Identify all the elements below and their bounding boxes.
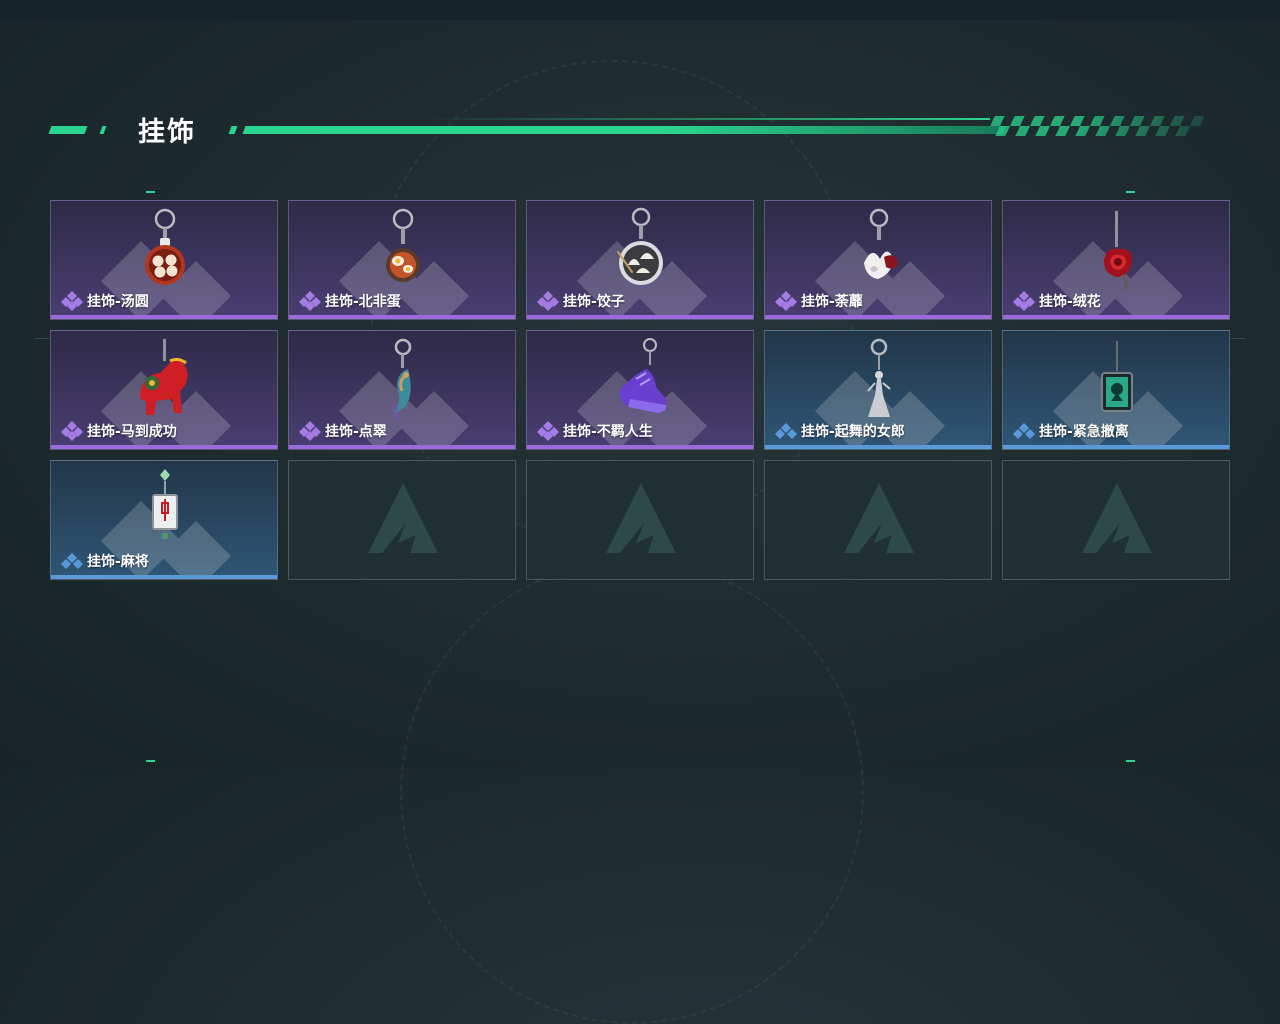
- charm-card[interactable]: 挂饰-饺子: [526, 200, 754, 320]
- rarity-diamond-icon: [299, 291, 321, 311]
- charm-card[interactable]: 挂饰-北非蛋: [288, 200, 516, 320]
- charm-card[interactable]: 挂饰-马到成功: [50, 330, 278, 450]
- empty-slot: [764, 460, 992, 580]
- empty-slot: [1002, 460, 1230, 580]
- charm-card[interactable]: 挂饰-紧急撤离: [1002, 330, 1230, 450]
- empty-slot: [526, 460, 754, 580]
- rarity-diamond-icon: [775, 423, 797, 439]
- tangyuan-charm-icon: [145, 208, 185, 285]
- charm-name: 挂饰-北非蛋: [325, 294, 401, 310]
- rarity-diamond-icon: [775, 291, 797, 311]
- card-label: 挂饰-汤圆: [61, 291, 149, 311]
- section-header: 挂饰: [0, 110, 1280, 150]
- card-label: 挂饰-点翠: [299, 421, 387, 441]
- charm-card[interactable]: 挂饰-麻将: [50, 460, 278, 580]
- background-decoration: [400, 560, 864, 1024]
- card-label: 挂饰-北非蛋: [299, 291, 401, 311]
- rarity-bar: [289, 445, 515, 449]
- empty-slot-logo-icon: [1082, 483, 1152, 553]
- section-title: 挂饰: [138, 117, 196, 148]
- flower-charm-icon: [864, 208, 898, 279]
- charm-card[interactable]: 挂饰-点翠: [288, 330, 516, 450]
- rarity-bar: [765, 315, 991, 319]
- rarity-bar: [1003, 315, 1229, 319]
- shakshuka-charm-icon: [386, 208, 420, 282]
- emergency-tag-charm-icon: [1101, 341, 1133, 412]
- card-label: 挂饰-紧急撤离: [1013, 421, 1129, 441]
- mahjong-charm-icon: [152, 469, 178, 539]
- sneaker-charm-icon: [619, 338, 667, 413]
- rarity-diamond-icon: [61, 291, 83, 311]
- charm-name: 挂饰-麻将: [87, 554, 149, 570]
- charm-card[interactable]: 挂饰-绒花: [1002, 200, 1230, 320]
- rarity-bar: [289, 315, 515, 319]
- dancer-charm-icon: [867, 338, 891, 417]
- empty-slot-logo-icon: [368, 483, 438, 553]
- horse-charm-icon: [140, 339, 188, 415]
- rarity-diamond-icon: [1013, 291, 1035, 311]
- header-checker-pattern: [985, 116, 1205, 136]
- charm-name: 挂饰-点翠: [325, 424, 387, 440]
- empty-slot-logo-icon: [606, 483, 676, 553]
- rarity-bar: [527, 315, 753, 319]
- kingfisher-charm-icon: [394, 338, 412, 420]
- charm-card[interactable]: 挂饰-不羁人生: [526, 330, 754, 450]
- rarity-bar: [51, 315, 277, 319]
- rarity-bar: [527, 445, 753, 449]
- charm-name: 挂饰-起舞的女郎: [801, 424, 905, 440]
- charm-name: 挂饰-不羁人生: [563, 424, 653, 440]
- corner-marker: [146, 191, 155, 193]
- dumpling-charm-icon: [616, 207, 663, 285]
- card-label: 挂饰-起舞的女郎: [775, 421, 905, 441]
- rarity-diamond-icon: [61, 553, 83, 569]
- charm-name: 挂饰-绒花: [1039, 294, 1101, 310]
- card-label: 挂饰-不羁人生: [537, 421, 653, 441]
- top-bar: [0, 0, 1280, 20]
- header-accent: [228, 126, 238, 134]
- charm-card[interactable]: 挂饰-起舞的女郎: [764, 330, 992, 450]
- corner-marker: [1126, 760, 1135, 762]
- charm-card[interactable]: 挂饰-荼蘼: [764, 200, 992, 320]
- header-accent: [99, 126, 107, 134]
- card-label: 挂饰-荼蘼: [775, 291, 863, 311]
- rarity-diamond-icon: [1013, 423, 1035, 439]
- card-label: 挂饰-饺子: [537, 291, 625, 311]
- charm-name: 挂饰-紧急撤离: [1039, 424, 1129, 440]
- charm-name: 挂饰-荼蘼: [801, 294, 863, 310]
- divider: [35, 338, 49, 339]
- charm-name: 挂饰-马到成功: [87, 424, 177, 440]
- charm-name: 挂饰-汤圆: [87, 294, 149, 310]
- rarity-diamond-icon: [299, 421, 321, 441]
- charm-grid: 挂饰-汤圆 挂饰-北非蛋 挂饰-饺子 挂饰-荼蘼 挂饰-绒花 挂饰-马到成功 挂…: [50, 200, 1230, 580]
- header-progress-line: [242, 126, 1006, 134]
- rarity-diamond-icon: [537, 291, 559, 311]
- header-accent: [420, 118, 990, 120]
- card-label: 挂饰-马到成功: [61, 421, 177, 441]
- header-accent: [48, 126, 88, 134]
- empty-slot-logo-icon: [844, 483, 914, 553]
- empty-slot: [288, 460, 516, 580]
- card-label: 挂饰-麻将: [61, 551, 149, 571]
- corner-marker: [146, 760, 155, 762]
- rarity-bar: [51, 445, 277, 449]
- divider: [1231, 338, 1245, 339]
- charm-card[interactable]: 挂饰-汤圆: [50, 200, 278, 320]
- corner-marker: [1126, 191, 1135, 193]
- rarity-bar: [51, 575, 277, 579]
- rarity-diamond-icon: [61, 421, 83, 441]
- rarity-diamond-icon: [537, 421, 559, 441]
- rarity-bar: [765, 445, 991, 449]
- charm-name: 挂饰-饺子: [563, 294, 625, 310]
- rarity-bar: [1003, 445, 1229, 449]
- rose-charm-icon: [1104, 211, 1132, 290]
- card-label: 挂饰-绒花: [1013, 291, 1101, 311]
